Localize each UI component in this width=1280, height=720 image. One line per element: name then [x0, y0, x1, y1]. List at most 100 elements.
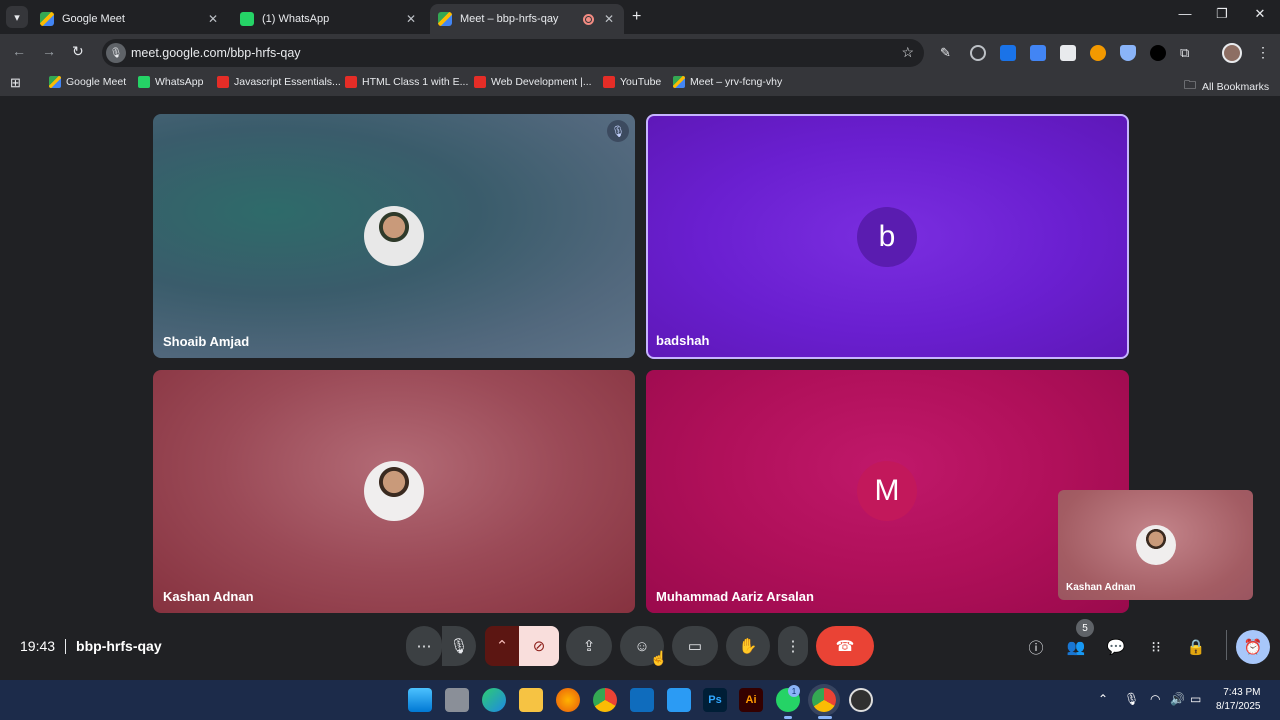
firefox-icon[interactable]	[556, 688, 580, 712]
extension-docs-icon[interactable]	[1030, 45, 1046, 61]
bookmark-star-icon[interactable]: ☆	[901, 44, 914, 61]
site-info-icon[interactable]: 🎙	[106, 43, 126, 63]
chat-button[interactable]: 💬	[1103, 634, 1129, 660]
youtube-icon	[474, 76, 486, 88]
system-clock[interactable]: 7:43 PM 8/17/2025	[1216, 686, 1261, 714]
participant-tile-shoaib[interactable]: 🎙 Shoaib Amjad	[153, 114, 635, 358]
extensions-puzzle-icon[interactable]: ⧉	[1180, 45, 1196, 61]
more-audio-options-button[interactable]: ⋯	[406, 626, 442, 666]
meeting-info-button[interactable]: ⓘ	[1023, 634, 1049, 660]
mouse-cursor-icon: ☝	[650, 650, 668, 666]
photoshop-icon[interactable]: Ps	[703, 688, 727, 712]
participant-tile-kashan[interactable]: Kashan Adnan	[153, 370, 635, 613]
close-icon[interactable]: ✕	[404, 12, 418, 26]
bookmark-item[interactable]: Web Development |...	[474, 76, 592, 88]
outlook-icon[interactable]	[630, 688, 654, 712]
participant-tile-aariz[interactable]: M Muhammad Aariz Arsalan	[646, 370, 1129, 613]
illustrator-icon[interactable]: Ai	[739, 688, 763, 712]
avatar: M	[857, 461, 917, 521]
task-view-icon[interactable]	[445, 688, 469, 712]
lock-person-icon: 🔒	[1186, 639, 1206, 656]
bookmark-item[interactable]: Meet – yrv-fcng-vhy	[673, 76, 782, 88]
vscode-icon[interactable]	[667, 688, 691, 712]
tab-meet-active[interactable]: Meet – bbp-hrfs-qay ✕	[430, 4, 624, 34]
chevron-up-icon: ⌃	[495, 638, 509, 655]
bookmark-item[interactable]: WhatsApp	[138, 76, 203, 88]
obs-icon[interactable]	[849, 688, 873, 712]
new-tab-button[interactable]: +	[632, 8, 641, 26]
participant-name: Muhammad Aariz Arsalan	[656, 589, 814, 604]
clock-time: 7:43 PM	[1223, 687, 1261, 698]
extension-circle-icon[interactable]	[970, 45, 986, 61]
avatar-letter: M	[874, 474, 900, 507]
chrome-icon[interactable]	[593, 688, 617, 712]
extension-triangle-icon[interactable]	[1150, 45, 1166, 61]
meeting-code: bbp-hrfs-qay	[76, 638, 162, 654]
people-button[interactable]: 👥	[1063, 634, 1089, 660]
bookmark-item[interactable]: Google Meet	[49, 76, 126, 88]
tab-google-meet[interactable]: Google Meet ✕	[32, 4, 228, 34]
tab-strip: ▾ Google Meet ✕ (1) WhatsApp ✕ Meet – bb…	[0, 0, 1280, 34]
bookmark-label: HTML Class 1 with E...	[362, 76, 469, 88]
tab-title: Google Meet	[62, 13, 125, 25]
wifi-icon[interactable]: ◠	[1150, 692, 1160, 706]
microphone-icon: 🎙	[449, 638, 469, 655]
participant-name: Kashan Adnan	[163, 589, 254, 604]
bookmark-label: YouTube	[620, 76, 662, 88]
participant-name: Shoaib Amjad	[163, 334, 250, 349]
host-controls-button[interactable]: 🔒	[1183, 634, 1209, 660]
participant-tile-badshah[interactable]: b badshah	[646, 114, 1129, 359]
avatar-letter: b	[878, 220, 896, 253]
captions-button[interactable]: ▭	[672, 626, 718, 666]
extension-qr-icon[interactable]	[1060, 45, 1076, 61]
all-bookmarks-button[interactable]: 🗀 All Bookmarks	[1184, 76, 1269, 97]
browser-menu-icon[interactable]: ⋮	[1256, 44, 1270, 61]
active-indicator	[818, 716, 832, 719]
more-options-button[interactable]: ⋮	[778, 626, 808, 666]
window-close-button[interactable]: ✕	[1250, 6, 1270, 22]
raise-hand-button[interactable]: ✋	[726, 626, 770, 666]
timer-button[interactable]: ⏰	[1236, 630, 1270, 664]
self-view-tile[interactable]: Kashan Adnan	[1058, 490, 1253, 600]
profile-avatar[interactable]	[1222, 43, 1242, 63]
battery-icon[interactable]: ▭	[1190, 692, 1201, 706]
apps-grid-icon[interactable]: ⊞	[10, 75, 21, 91]
more-horizontal-icon: ⋯	[416, 638, 432, 655]
bookmark-item[interactable]: HTML Class 1 with E...	[345, 76, 468, 88]
reload-button[interactable]: ↻	[72, 43, 84, 60]
chevron-up-icon[interactable]: ⌃	[1098, 692, 1108, 706]
activities-button[interactable]: ⁝⁝	[1143, 634, 1169, 660]
forward-button[interactable]: →	[42, 43, 56, 59]
extension-f-icon[interactable]	[1000, 45, 1016, 61]
microphone-icon[interactable]: 🎙	[1124, 692, 1139, 706]
close-icon[interactable]: ✕	[602, 12, 616, 26]
edge-icon[interactable]	[482, 688, 506, 712]
bookmark-item[interactable]: YouTube	[603, 76, 661, 88]
leave-call-button[interactable]: ☎	[816, 626, 874, 666]
present-screen-button[interactable]: ⇪	[566, 626, 612, 666]
tab-search-icon[interactable]: ▾	[6, 6, 28, 28]
address-bar[interactable]: 🎙 meet.google.com/bbp-hrfs-qay ☆	[102, 39, 924, 67]
microphone-button[interactable]: 🎙	[442, 626, 476, 666]
tab-whatsapp[interactable]: (1) WhatsApp ✕	[232, 4, 426, 34]
eyedropper-extension-icon[interactable]: ✎	[940, 45, 956, 61]
video-options-button[interactable]: ⌃	[485, 626, 519, 666]
extension-shield-icon[interactable]	[1120, 45, 1136, 61]
whatsapp-icon	[138, 76, 150, 88]
back-button[interactable]: ←	[12, 43, 26, 59]
minimize-button[interactable]: —	[1175, 6, 1195, 21]
speaker-icon[interactable]: 🔊	[1170, 692, 1185, 706]
bookmark-item[interactable]: Javascript Essentials...	[217, 76, 341, 88]
chrome-icon[interactable]	[812, 688, 836, 712]
apps-grid-icon: ⁝⁝	[1151, 639, 1161, 656]
google-meet-icon	[673, 76, 685, 88]
file-explorer-icon[interactable]	[519, 688, 543, 712]
close-icon[interactable]: ✕	[206, 12, 220, 26]
bookmark-label: Javascript Essentials...	[234, 76, 341, 88]
restore-button[interactable]: ❐	[1212, 6, 1232, 22]
divider	[65, 638, 67, 654]
windows-start-icon[interactable]	[408, 688, 432, 712]
extension-orange-icon[interactable]	[1090, 45, 1106, 61]
avatar	[364, 206, 424, 266]
camera-toggle-button[interactable]: ⊘	[519, 626, 559, 666]
